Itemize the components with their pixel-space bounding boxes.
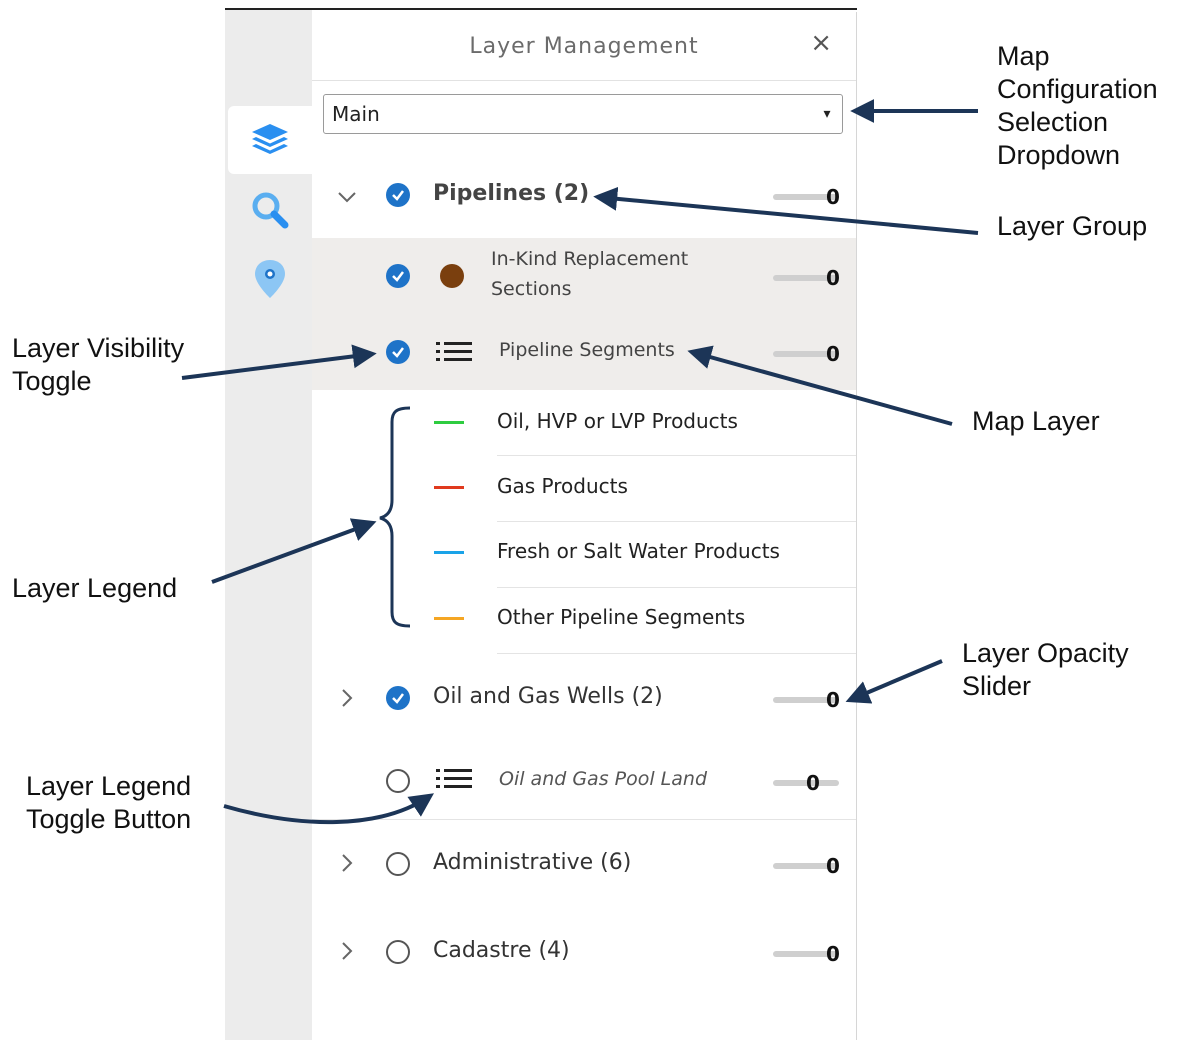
- annotation-arrows: [181, 99, 979, 825]
- arrow-layer-group: [593, 186, 979, 235]
- legend-brace: [379, 406, 411, 628]
- arrow-map-layer: [687, 345, 953, 426]
- arrow-visibility-toggle: [181, 344, 377, 380]
- arrow-legend-toggle: [223, 793, 434, 825]
- arrow-layer-legend: [211, 518, 377, 584]
- arrow-opacity-slider: [845, 659, 943, 704]
